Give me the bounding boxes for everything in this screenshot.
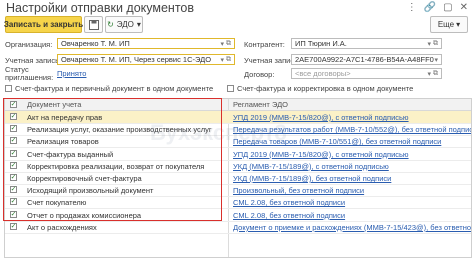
open-icon[interactable]: ⧉ [433,40,438,48]
checkbox[interactable] [5,85,12,92]
contractor-field[interactable]: ИП Тюрин И.А. ▾ ⧉ [291,38,442,49]
close-icon[interactable]: ✕ [460,3,468,13]
organization-field[interactable]: Овчаренко Т. М. ИП ▾ ⧉ [57,38,235,49]
contractor-account-field[interactable]: 2AE700A9922-A7C1-4786-B54A-A48FF076331E … [291,54,442,65]
more-vert-icon[interactable]: ⋮ [407,3,417,13]
window-title: Настройки отправки документов [6,1,194,15]
regulation-link[interactable]: УКД (ММВ-7-15/189@), без ответной подпис… [233,174,391,183]
invoice-correction-checkbox-row[interactable]: Счет-фактура и корректировка в одном док… [227,84,413,93]
more-button[interactable]: Еще ▾ [430,16,468,33]
contract-field[interactable]: <все договоры> ▾ ⧉ [291,68,442,79]
regulation-link[interactable]: Произвольный, без ответной подписи [233,186,364,195]
chevron-down-icon[interactable]: ▾ [427,40,431,48]
save-and-close-button[interactable]: Записать и закрыть [4,16,83,33]
account-label: Учетная запись: [5,56,62,65]
edo-icon: ↻ [107,20,114,29]
invoice-correction-label: Счет-фактура и корректировка в одном док… [237,84,414,93]
invoice-primary-label: Счет-фактура и первичный документ в одно… [15,84,214,93]
more-label: Еще [437,20,455,29]
account-field[interactable]: Овчаренко Т. М. ИП, Через сервис 1С-ЭДО … [57,54,235,65]
checkbox[interactable] [227,85,234,92]
save-icon [88,19,99,30]
contractor-label: Контрагент: [244,40,285,49]
regulation-link[interactable]: CML 2.08, без ответной подписи [233,198,345,207]
chevron-down-icon[interactable]: ▾ [434,56,438,64]
document-cell: Акт о расхождениях [27,222,97,232]
chevron-down-icon: ▾ [456,20,461,29]
highlight-frame [3,98,222,221]
open-icon[interactable]: ⧉ [433,70,438,78]
edo-label: ЭДО [116,20,134,29]
open-icon[interactable]: ⧉ [226,56,231,64]
regulation-link[interactable]: Документ о приемке и расхождениях (ММВ-7… [233,223,471,232]
column-header-regulation[interactable]: Регламент ЭДО [233,100,288,109]
chevron-down-icon[interactable]: ▾ [220,56,224,64]
save-button[interactable] [84,16,103,33]
status-link[interactable]: Принято [57,69,86,78]
chevron-down-icon[interactable]: ▾ [220,40,224,48]
chevron-down-icon: ▾ [136,20,141,29]
contract-label: Договор: [244,70,275,79]
window-controls: ⋮ 🔗 ▢ ✕ [407,3,468,13]
regulation-link[interactable]: CML 2.08, без ответной подписи [233,211,345,220]
regulation-link[interactable]: УКД (ММВ-7-15/189@), с ответной подписью [233,162,389,171]
open-icon[interactable]: ⧉ [226,40,231,48]
link-icon[interactable]: 🔗 [424,3,436,13]
maximize-icon[interactable]: ▢ [443,3,452,13]
organization-label: Организация: [5,40,53,49]
invoice-primary-checkbox-row[interactable]: Счет-фактура и первичный документ в одно… [5,84,213,93]
row-checkbox[interactable]: ✓ [10,222,17,230]
edo-menu-button[interactable]: ↻ ЭДО ▾ [105,16,143,33]
status-label: Статус приглашения: [5,65,54,82]
regulation-link[interactable]: УПД 2019 (ММВ-7-15/820@), с ответной под… [233,150,409,159]
chevron-down-icon[interactable]: ▾ [427,70,431,78]
table-row[interactable]: ✓ Акт о расхождениях Документ о приемке и … [5,221,471,234]
